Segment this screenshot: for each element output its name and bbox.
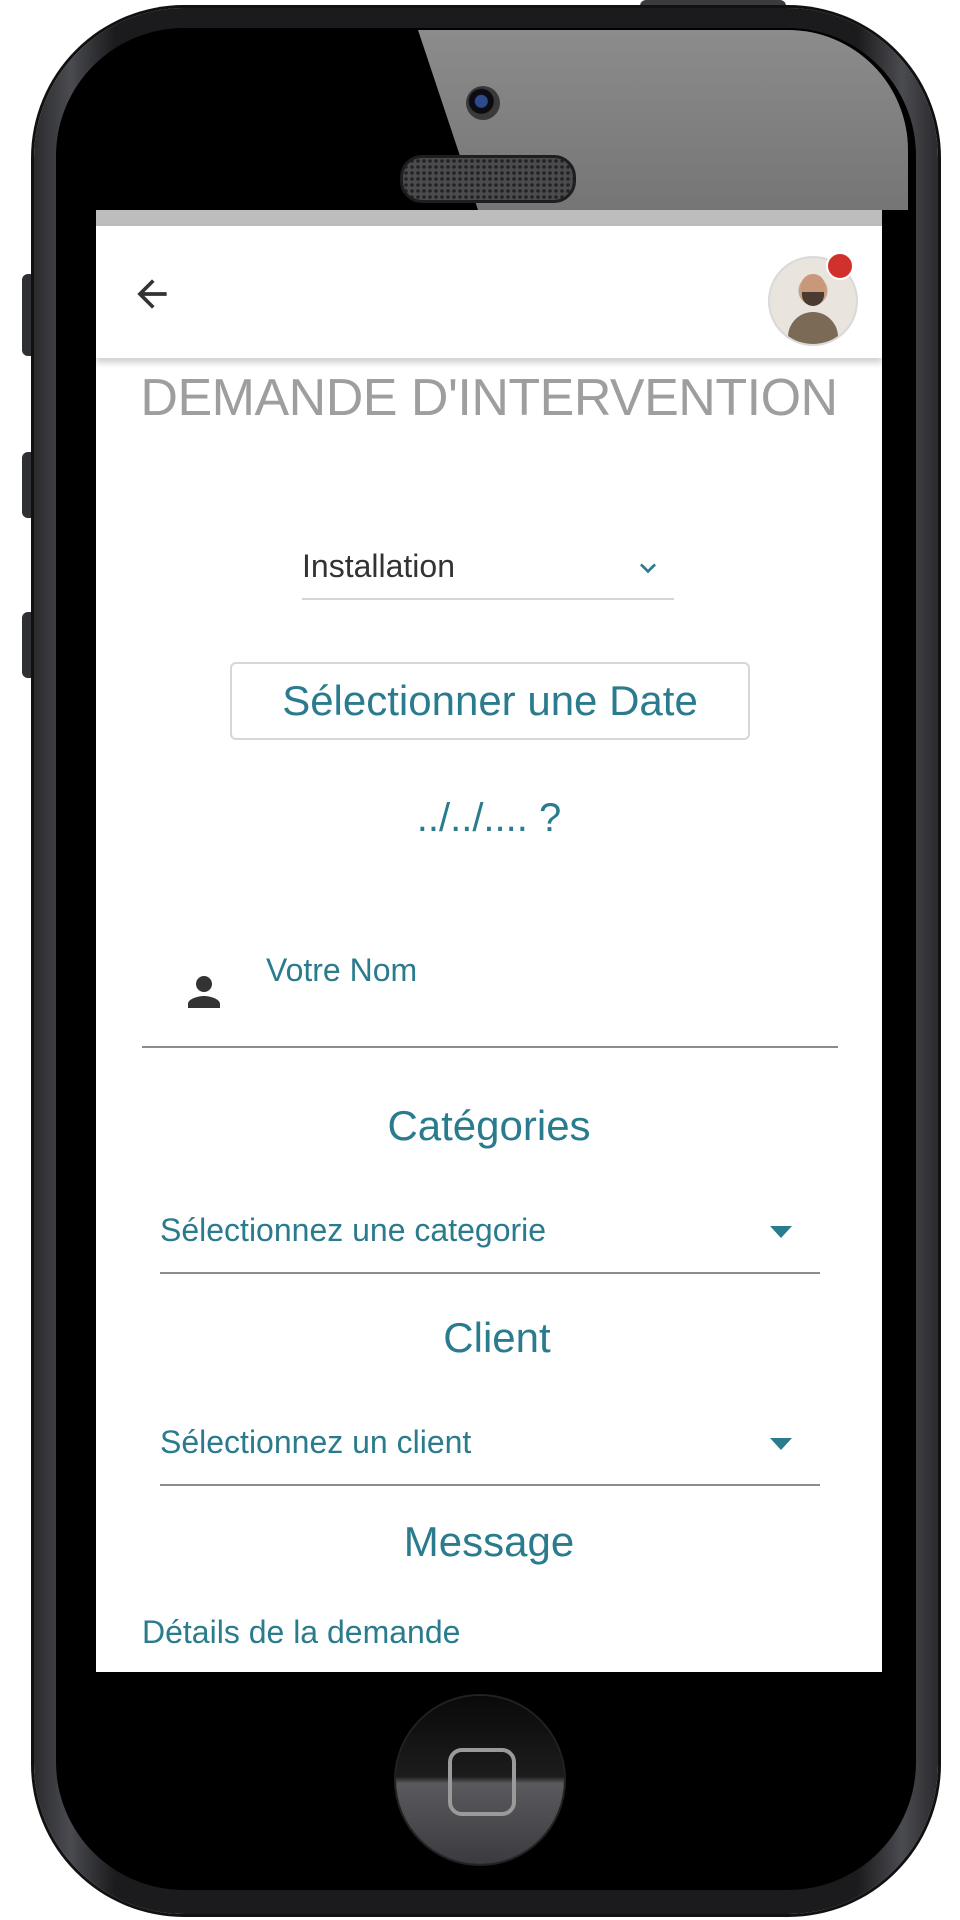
client-dropdown[interactable]: Sélectionnez un client	[160, 1404, 820, 1486]
back-button[interactable]	[130, 272, 174, 316]
app-screen: DEMANDE D'INTERVENTION Installation Séle…	[96, 210, 882, 1672]
chevron-down-icon	[640, 563, 656, 574]
front-camera-icon	[466, 86, 500, 120]
notification-badge	[826, 252, 854, 280]
categories-heading: Catégories	[387, 1102, 591, 1149]
earpiece-speaker	[400, 155, 576, 203]
page-title: DEMANDE D'INTERVENTION	[140, 369, 838, 427]
category-dropdown-placeholder: Sélectionnez une categorie	[160, 1212, 547, 1248]
home-button[interactable]	[396, 1696, 564, 1864]
avatar-body	[788, 312, 838, 344]
person-icon	[188, 976, 220, 1008]
select-date-button[interactable]: Sélectionner une Date	[230, 662, 750, 740]
client-dropdown-placeholder: Sélectionnez un client	[160, 1424, 472, 1460]
home-square-icon	[448, 1748, 516, 1816]
avatar-beard	[802, 292, 824, 306]
app-bar	[96, 226, 882, 358]
message-heading: Message	[403, 1518, 575, 1565]
caret-down-icon	[770, 1438, 792, 1450]
selected-date-value: ../../.... ?	[416, 796, 562, 840]
name-field[interactable]: Votre Nom	[142, 930, 838, 1048]
intervention-type-value: Installation	[302, 548, 455, 584]
request-details-field[interactable]: Détails de la demande	[142, 1614, 460, 1651]
arrow-left-icon	[137, 279, 167, 309]
client-heading: Client	[443, 1314, 551, 1361]
name-field-label: Votre Nom	[266, 952, 418, 988]
intervention-type-select[interactable]: Installation	[302, 540, 674, 600]
category-dropdown[interactable]: Sélectionnez une categorie	[160, 1192, 820, 1274]
caret-down-icon	[770, 1226, 792, 1238]
status-bar	[96, 210, 882, 226]
